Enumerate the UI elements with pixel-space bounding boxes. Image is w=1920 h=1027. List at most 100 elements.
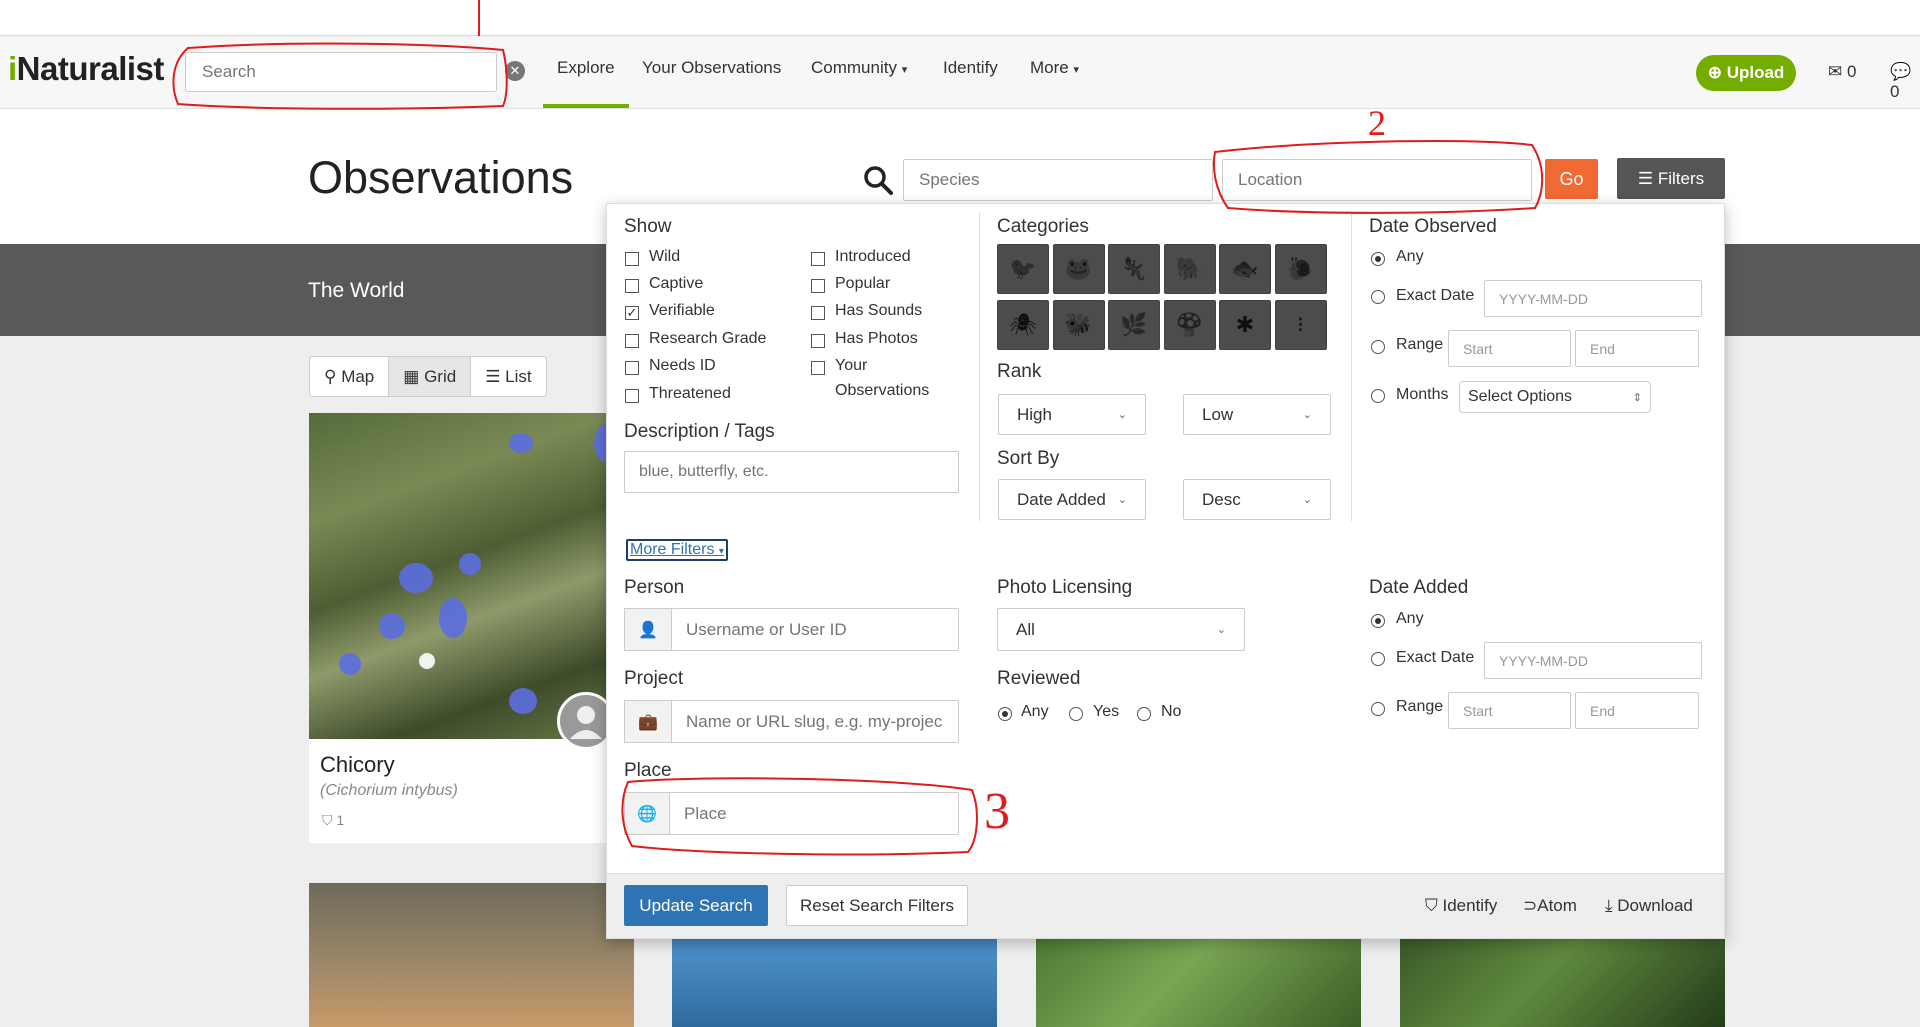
header-search-input[interactable]	[185, 52, 497, 92]
captive-checkbox[interactable]	[625, 279, 639, 293]
amphibian-icon[interactable]: 🐸	[1052, 244, 1105, 294]
fungi-icon[interactable]: 🍄	[1163, 300, 1216, 350]
added-exact-input[interactable]: YYYY-MM-DD	[1484, 642, 1702, 679]
added-range-radio[interactable]	[1371, 702, 1385, 716]
observation-photo[interactable]	[309, 413, 634, 739]
observation-photo-2[interactable]	[309, 883, 634, 1027]
wild-checkbox[interactable]	[625, 252, 639, 266]
sort-field-value: Date Added	[1017, 489, 1106, 509]
date-exact-input[interactable]: YYYY-MM-DD	[1484, 280, 1702, 317]
date-observed-heading: Date Observed	[1369, 216, 1497, 237]
place-input[interactable]	[669, 792, 959, 835]
added-exact-radio[interactable]	[1371, 652, 1385, 666]
species-input[interactable]	[903, 159, 1213, 201]
nav-your-observations[interactable]: Your Observations	[642, 58, 781, 78]
sort-order-value: Desc	[1202, 489, 1241, 509]
observation-common-name[interactable]: Chicory	[320, 752, 395, 778]
fish-icon[interactable]: 🐟	[1219, 244, 1271, 294]
id-tag-icon: ⛉	[1425, 896, 1438, 915]
identify-link[interactable]: ⛉ Identify	[1425, 896, 1497, 916]
reviewed-yes-label: Yes	[1093, 703, 1120, 720]
inaturalist-logo[interactable]: iNaturalist	[8, 50, 164, 88]
project-input[interactable]	[671, 700, 959, 743]
rank-low-select[interactable]: Low ⌄	[1183, 394, 1331, 435]
filters-button[interactable]: ☰ Filters	[1617, 158, 1725, 199]
spider-icon[interactable]: 🕷	[997, 300, 1049, 350]
reviewed-any-radio[interactable]	[998, 707, 1012, 721]
divider	[1351, 213, 1352, 521]
added-range-start-input[interactable]: Start	[1448, 692, 1571, 729]
date-range-radio[interactable]	[1371, 340, 1385, 354]
person-input[interactable]	[671, 608, 959, 651]
added-range-end-input[interactable]: End	[1575, 692, 1699, 729]
verifiable-checkbox[interactable]: ✓	[625, 306, 639, 320]
range-start-input[interactable]: Start	[1448, 330, 1571, 367]
nav-explore[interactable]: Explore	[557, 58, 615, 78]
divider	[979, 213, 980, 521]
months-select-value: Select Options	[1468, 388, 1573, 405]
reviewed-no-radio[interactable]	[1137, 707, 1151, 721]
view-list-button[interactable]: ☰ List	[471, 357, 545, 396]
needs-id-checkbox[interactable]	[625, 361, 639, 375]
bird-icon[interactable]: 🐦	[997, 244, 1049, 294]
nav-more[interactable]: More ▾	[1030, 58, 1079, 78]
sliders-icon: ☰	[1637, 169, 1654, 188]
mollusk-icon[interactable]: 🐌	[1274, 244, 1327, 294]
reviewed-yes-radio[interactable]	[1069, 707, 1083, 721]
research-grade-checkbox[interactable]	[625, 334, 639, 348]
upload-button[interactable]: ⊕ Upload	[1696, 55, 1796, 91]
reptile-icon[interactable]: 🦎	[1108, 244, 1160, 294]
months-select[interactable]: Select Options ⇕	[1459, 381, 1651, 413]
location-input[interactable]	[1222, 159, 1532, 201]
view-map-button[interactable]: ⚲ Map	[310, 357, 390, 396]
insect-icon[interactable]: 🐝	[1052, 300, 1105, 350]
rss-icon: ⊃	[1523, 896, 1538, 915]
months-label: Months	[1396, 386, 1449, 403]
reviewed-any-label: Any	[1021, 703, 1049, 720]
added-any-radio[interactable]	[1371, 614, 1385, 628]
sort-order-select[interactable]: Desc ⌄	[1183, 479, 1331, 520]
updown-icon: ⇕	[1632, 391, 1642, 404]
date-exact-radio[interactable]	[1371, 290, 1385, 304]
unknown-icon[interactable]: ⁝	[1274, 300, 1327, 350]
clear-search-icon[interactable]: ✕	[505, 61, 525, 81]
messages-button[interactable]: ✉ 0	[1828, 62, 1856, 82]
update-search-button[interactable]: Update Search	[624, 885, 768, 926]
protozoa-icon[interactable]: ✱	[1219, 300, 1271, 350]
plant-icon[interactable]: 🌿	[1108, 300, 1160, 350]
go-button[interactable]: Go	[1545, 159, 1598, 199]
show-heading: Show	[624, 216, 672, 237]
atom-link[interactable]: ⊃Atom	[1523, 896, 1577, 916]
view-grid-button[interactable]: ▦ Grid	[389, 357, 472, 396]
range-start-placeholder: Start	[1463, 340, 1493, 357]
research-grade-label: Research Grade	[649, 330, 767, 347]
description-input[interactable]	[624, 451, 959, 493]
download-link[interactable]: ⤓ Download	[1605, 896, 1693, 916]
months-radio[interactable]	[1371, 389, 1385, 403]
reviewed-no-label: No	[1161, 703, 1182, 720]
your-observations-checkbox[interactable]	[811, 361, 825, 375]
has-sounds-label: Has Sounds	[835, 302, 923, 319]
photo-licensing-select[interactable]: All ⌄	[997, 608, 1245, 651]
rank-high-select[interactable]: High ⌄	[998, 394, 1146, 435]
nav-community[interactable]: Community ▾	[811, 58, 907, 78]
added-exact-placeholder: YYYY-MM-DD	[1499, 652, 1588, 669]
notifications-button[interactable]: 💬0	[1890, 62, 1920, 102]
date-any-radio[interactable]	[1371, 252, 1385, 266]
introduced-checkbox[interactable]	[811, 252, 825, 266]
popular-checkbox[interactable]	[811, 279, 825, 293]
threatened-checkbox[interactable]	[625, 389, 639, 403]
view-list-label: List	[505, 367, 532, 386]
project-heading: Project	[624, 668, 684, 689]
more-filters-link[interactable]: More Filters ▾	[626, 539, 728, 561]
mammal-icon[interactable]: 🐘	[1163, 244, 1216, 294]
map-marker-icon: ⚲	[324, 367, 337, 386]
upload-icon: ⊕	[1707, 63, 1722, 82]
reset-filters-button[interactable]: Reset Search Filters	[786, 885, 968, 926]
sort-field-select[interactable]: Date Added ⌄	[998, 479, 1146, 520]
has-sounds-checkbox[interactable]	[811, 306, 825, 320]
nav-identify[interactable]: Identify	[943, 58, 998, 78]
caret-icon: ▾	[718, 546, 724, 557]
has-photos-checkbox[interactable]	[811, 334, 825, 348]
range-end-input[interactable]: End	[1575, 330, 1699, 367]
